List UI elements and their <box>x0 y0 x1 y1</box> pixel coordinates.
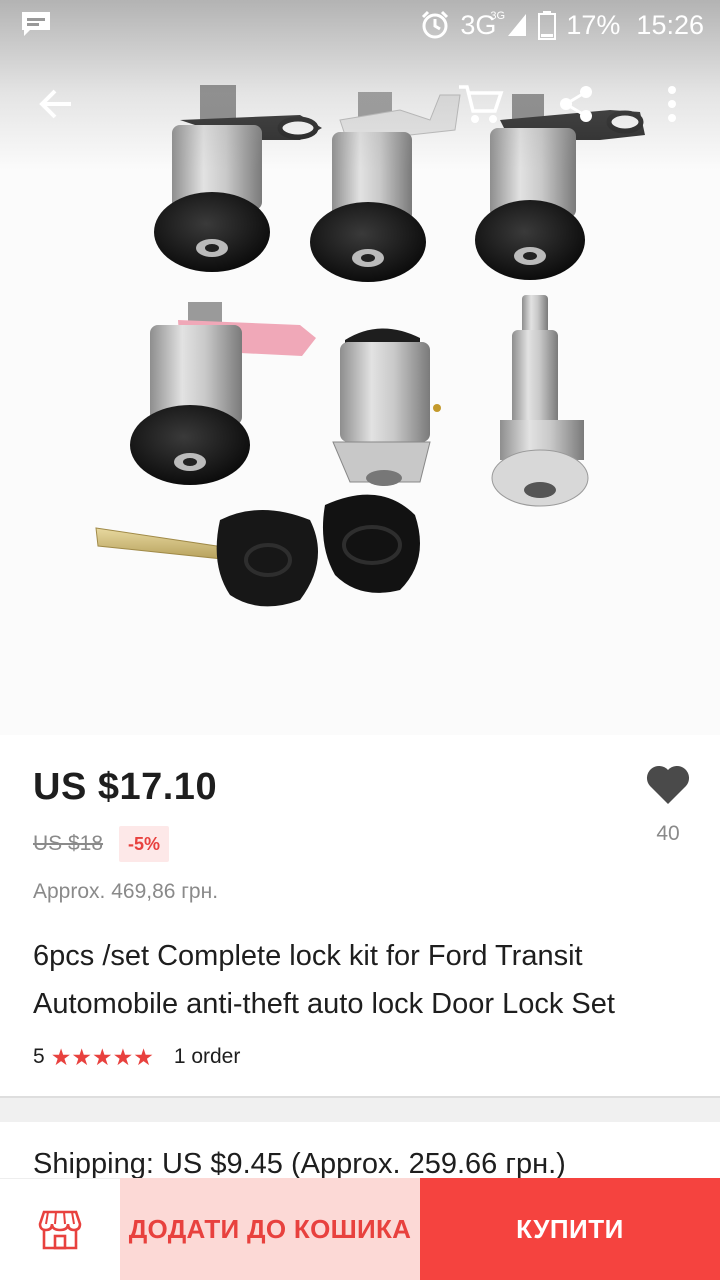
rating-score: 5 <box>33 1045 45 1068</box>
message-icon <box>22 12 50 36</box>
star-icon: ★ <box>91 1043 113 1070</box>
status-bar: 3G 3G 17% 15:26 <box>0 0 720 50</box>
star-icon: ★ <box>133 1043 154 1070</box>
add-to-cart-button[interactable]: ДОДАТИ ДО КОШИКА <box>120 1178 420 1280</box>
network-sub-type: 3G <box>490 9 506 22</box>
battery-percent: 17% <box>566 9 621 40</box>
product-title: 6pcs /set Complete lock kit for Ford Tra… <box>33 940 615 1020</box>
rating-stars: ★ ★ ★ ★ ★ <box>50 1043 154 1070</box>
order-count: 1 order <box>173 1045 241 1068</box>
wishlist-count: 40 <box>656 822 680 845</box>
cart-button[interactable] <box>450 74 510 134</box>
section-divider <box>0 1096 720 1122</box>
share-button[interactable] <box>546 74 606 134</box>
share-icon <box>560 86 592 122</box>
product-image[interactable] <box>0 0 720 735</box>
wishlist-heart-icon[interactable] <box>644 760 692 808</box>
shipping-info[interactable]: Shipping: US $9.45 (Approx. 259.66 грн.) <box>33 1148 566 1181</box>
bottom-action-bar: ДОДАТИ ДО КОШИКА КУПИТИ <box>0 1178 720 1280</box>
star-icon: ★ <box>50 1043 72 1070</box>
battery-icon <box>538 11 557 40</box>
star-icon: ★ <box>71 1043 92 1070</box>
discount-badge: -5% <box>119 826 170 862</box>
store-icon <box>38 1210 82 1249</box>
back-button[interactable] <box>26 74 86 134</box>
rating-row[interactable]: 5 ★ ★ ★ ★ ★ 1 order <box>33 1042 240 1072</box>
more-options-button[interactable] <box>642 74 702 134</box>
product-price: US $17.10 <box>33 766 218 808</box>
approx-price: Approx. 469,86 грн. <box>33 880 219 903</box>
back-arrow-icon <box>39 89 71 119</box>
buy-now-button[interactable]: КУПИТИ <box>420 1178 720 1280</box>
more-vert-icon <box>668 86 676 122</box>
cart-icon <box>459 85 504 123</box>
alarm-icon <box>422 10 449 39</box>
clock: 15:26 <box>636 9 704 40</box>
star-icon: ★ <box>112 1043 134 1070</box>
store-button[interactable] <box>0 1178 120 1280</box>
network-indicator: 3G 3G <box>460 10 505 41</box>
original-price: US $18 <box>33 832 104 855</box>
signal-icon <box>508 14 527 36</box>
